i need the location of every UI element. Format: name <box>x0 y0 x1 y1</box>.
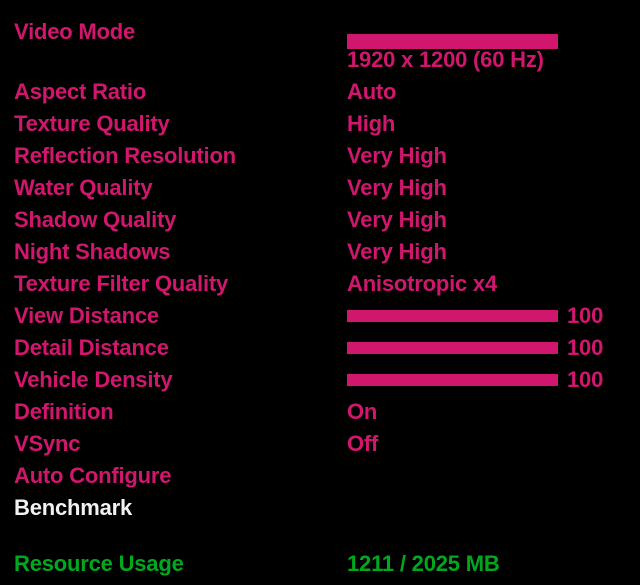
settings-row-vehicle-density[interactable]: Vehicle Density 100 <box>0 364 640 396</box>
slider-fill-vehicle-density <box>347 374 558 386</box>
settings-row-shadow-quality[interactable]: Shadow Quality Very High <box>0 204 640 236</box>
setting-label-night-shadows: Night Shadows <box>14 239 171 264</box>
setting-label-vsync: VSync <box>14 431 81 456</box>
setting-label-resource-usage: Resource Usage <box>14 551 184 576</box>
settings-row-benchmark[interactable]: Benchmark <box>0 492 640 524</box>
slider-value-detail-distance: 100 <box>567 335 604 360</box>
settings-row-texture-quality[interactable]: Texture Quality High <box>0 108 640 140</box>
setting-value-reflection-resolution[interactable]: Very High <box>347 140 447 172</box>
settings-row-detail-distance[interactable]: Detail Distance 100 <box>0 332 640 364</box>
setting-label-definition: Definition <box>14 399 114 424</box>
settings-row-reflection-resolution[interactable]: Reflection Resolution Very High <box>0 140 640 172</box>
video-settings-screen: Video Mode 1920 x 1200 (60 Hz) Aspect Rati… <box>0 0 640 585</box>
setting-label-vehicle-density: Vehicle Density <box>14 367 173 392</box>
setting-value-vsync[interactable]: Off <box>347 428 378 460</box>
settings-row-video-mode-resolution[interactable]: 1920 x 1200 (60 Hz) <box>0 44 640 76</box>
settings-row-aspect-ratio[interactable]: Aspect Ratio Auto <box>0 76 640 108</box>
setting-value-video-mode-resolution[interactable]: 1920 x 1200 (60 Hz) <box>347 44 544 76</box>
setting-label-reflection-resolution: Reflection Resolution <box>14 143 236 168</box>
setting-label-detail-distance: Detail Distance <box>14 335 169 360</box>
setting-label-view-distance: View Distance <box>14 303 159 328</box>
slider-track-view-distance[interactable] <box>347 310 558 322</box>
setting-label-water-quality: Water Quality <box>14 175 153 200</box>
settings-row-vsync[interactable]: VSync Off <box>0 428 640 460</box>
slider-fill-view-distance <box>347 310 558 322</box>
settings-row-view-distance[interactable]: View Distance 100 <box>0 300 640 332</box>
slider-value-vehicle-density: 100 <box>567 367 604 392</box>
setting-label-shadow-quality: Shadow Quality <box>14 207 177 232</box>
settings-row-texture-filter-quality[interactable]: Texture Filter Quality Anisotropic x4 <box>0 268 640 300</box>
setting-label-auto-configure: Auto Configure <box>14 463 172 488</box>
settings-row-definition[interactable]: Definition On <box>0 396 640 428</box>
setting-label-texture-quality: Texture Quality <box>14 111 170 136</box>
setting-value-texture-filter-quality[interactable]: Anisotropic x4 <box>347 268 497 300</box>
settings-row-auto-configure[interactable]: Auto Configure <box>0 460 640 492</box>
slider-track-vehicle-density[interactable] <box>347 374 558 386</box>
setting-label-aspect-ratio: Aspect Ratio <box>14 79 147 104</box>
slider-track-detail-distance[interactable] <box>347 342 558 354</box>
slider-fill-detail-distance <box>347 342 558 354</box>
setting-value-shadow-quality[interactable]: Very High <box>347 204 447 236</box>
settings-row-night-shadows[interactable]: Night Shadows Very High <box>0 236 640 268</box>
settings-row-water-quality[interactable]: Water Quality Very High <box>0 172 640 204</box>
setting-value-water-quality[interactable]: Very High <box>347 172 447 204</box>
setting-label-benchmark: Benchmark <box>14 495 133 520</box>
settings-row-resource-usage[interactable]: Resource Usage 1211 / 2025 MB <box>0 548 640 580</box>
setting-value-night-shadows[interactable]: Very High <box>347 236 447 268</box>
setting-value-definition[interactable]: On <box>347 396 377 428</box>
setting-value-texture-quality[interactable]: High <box>347 108 395 140</box>
setting-label-texture-filter-quality: Texture Filter Quality <box>14 271 229 296</box>
setting-value-resource-usage: 1211 / 2025 MB <box>347 551 500 576</box>
setting-value-aspect-ratio[interactable]: Auto <box>347 76 396 108</box>
slider-value-view-distance: 100 <box>567 303 604 328</box>
